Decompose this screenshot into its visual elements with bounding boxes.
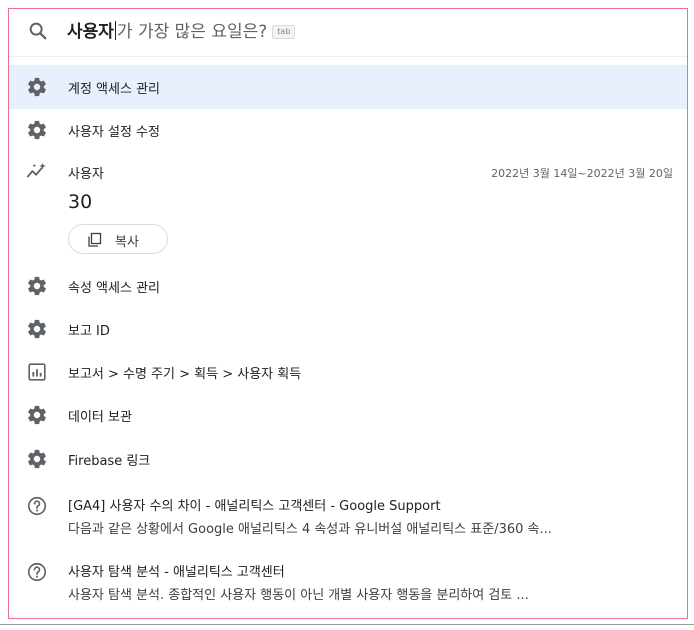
result-item-label: Firebase 링크 [68, 454, 151, 469]
result-item-data-retention[interactable]: 데이터 보관 [9, 394, 687, 436]
result-item-label: 보고 ID [68, 324, 110, 339]
result-item-label: 사용자 설정 수정 [68, 125, 160, 140]
search-typed-text: 사용자 [67, 22, 114, 42]
copy-icon [88, 232, 102, 247]
result-item-label: 보고서 > 수명 주기 > 획득 > 사용자 획득 [68, 367, 302, 382]
help-article-snippet: 사용자 탐색 분석. 종합적인 사용자 행동이 아닌 개별 사용자 행동을 분리… [68, 588, 529, 603]
insight-metric-label: 사용자 [68, 167, 104, 182]
gear-icon [28, 319, 46, 339]
help-article-result[interactable]: 사용자 탐색 분석 - 애널리틱스 고객센터 사용자 탐색 분석. 종합적인 사… [9, 553, 687, 613]
divider [0, 624, 694, 625]
search-results-panel: 사용자 가 가장 많은 요일은? tab 계정 액세스 관리 사용자 설정 수정 사… [8, 8, 688, 619]
search-input[interactable]: 사용자 가 가장 많은 요일은? tab [67, 21, 296, 43]
result-item-account-access[interactable]: 계정 액세스 관리 [9, 65, 687, 109]
help-article-result[interactable]: [GA4] 사용자 수의 차이 - 애널리틱스 고객센터 - Google Su… [9, 487, 687, 547]
result-item-firebase-links[interactable]: Firebase 링크 [9, 438, 687, 480]
insight-card[interactable]: 사용자 2022년 3월 14일~2022년 3월 20일 30 복사 [9, 153, 687, 265]
search-icon [29, 22, 47, 40]
help-circle-icon [27, 562, 47, 582]
result-item-property-access[interactable]: 속성 액세스 관리 [9, 265, 687, 307]
report-icon [28, 363, 46, 381]
result-item-label: 데이터 보관 [68, 410, 132, 425]
gear-icon [28, 276, 46, 296]
copy-button[interactable]: 복사 [68, 224, 168, 254]
result-item-reporting-id[interactable]: 보고 ID [9, 308, 687, 350]
gear-icon [28, 449, 46, 469]
gear-icon [28, 405, 46, 425]
help-article-snippet: 다음과 같은 상황에서 Google 애널리틱스 4 속성과 유니버설 애널리틱… [68, 522, 552, 537]
copy-button-label: 복사 [115, 235, 139, 250]
result-item-label: 계정 액세스 관리 [68, 82, 160, 97]
insight-date-range: 2022년 3월 14일~2022년 3월 20일 [491, 167, 673, 180]
search-suggestion: 가 가장 많은 요일은? [116, 22, 268, 42]
gear-icon [28, 77, 46, 97]
tab-key-hint: tab [272, 25, 296, 39]
result-item-user-settings[interactable]: 사용자 설정 수정 [9, 109, 687, 151]
result-item-label: 속성 액세스 관리 [68, 281, 160, 296]
insights-sparkle-icon [26, 162, 46, 178]
result-item-user-acquisition-report[interactable]: 보고서 > 수명 주기 > 획득 > 사용자 획득 [9, 351, 687, 393]
insight-metric-value: 30 [68, 191, 93, 213]
help-article-title: [GA4] 사용자 수의 차이 - 애널리틱스 고객센터 - Google Su… [68, 499, 441, 514]
help-circle-icon [27, 496, 47, 516]
search-bar[interactable]: 사용자 가 가장 많은 요일은? tab [9, 9, 687, 55]
divider [9, 56, 687, 57]
text-caret [114, 21, 116, 40]
help-article-title: 사용자 탐색 분석 - 애널리틱스 고객센터 [68, 565, 285, 580]
gear-icon [28, 120, 46, 140]
